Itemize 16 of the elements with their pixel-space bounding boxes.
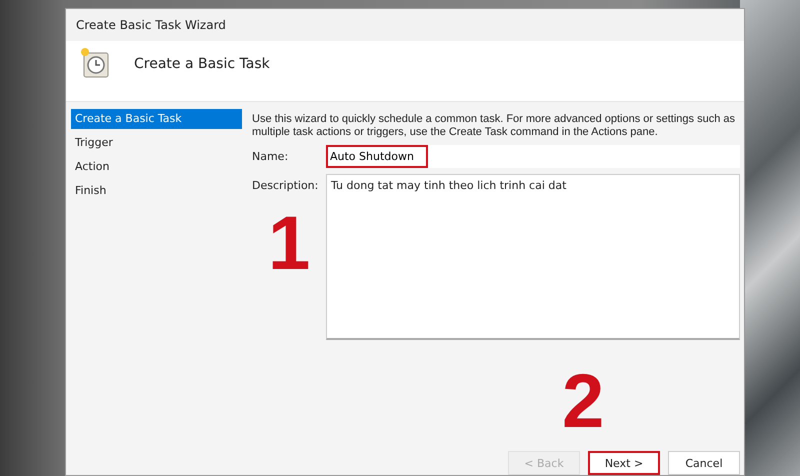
window-title: Create Basic Task Wizard	[76, 18, 226, 32]
step-number-annotation: 2	[562, 364, 604, 440]
step-item[interactable]: Action	[71, 157, 242, 177]
step-number-annotation: 1	[268, 206, 310, 282]
wizard-heading: Create a Basic Task	[134, 56, 270, 72]
description-field[interactable]: Tu dong tat may tinh theo lich trinh cai dat	[326, 174, 740, 340]
field-label: Name:	[252, 149, 290, 163]
clock-task-icon	[80, 47, 110, 79]
field-label: Description:	[252, 178, 320, 192]
step-item[interactable]: Create a Basic Task	[71, 109, 242, 129]
instructions-text: Use this wizard to quickly schedule a common task. For more advanced options or settings such as multiple task actions or triggers, use the Create Task command in the Actions pane.	[252, 113, 736, 139]
name-field[interactable]: Auto Shutdown	[326, 145, 428, 168]
step-item[interactable]: Finish	[71, 181, 242, 201]
wizard-button[interactable]: Cancel	[668, 451, 740, 475]
wizard-button[interactable]: Next >	[588, 451, 660, 475]
step-item[interactable]: Trigger	[71, 133, 242, 153]
